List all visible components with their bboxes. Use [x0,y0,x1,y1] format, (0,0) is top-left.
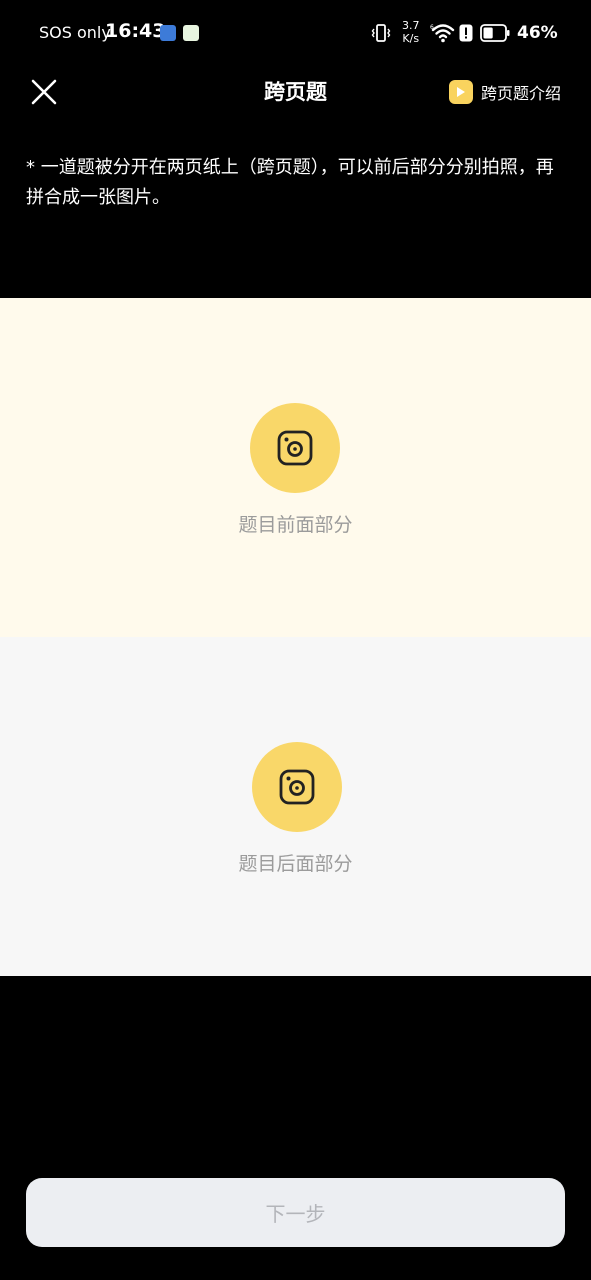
app-notification-icon [160,25,176,41]
carrier-text: SOS only [39,23,111,42]
alert-icon [459,24,473,42]
back-camera-button[interactable] [252,742,342,832]
camera-icon [277,430,313,466]
next-step-button[interactable]: 下一步 [26,1178,565,1247]
intro-link-label: 跨页题介绍 [481,84,562,103]
app-notification-icon [183,25,199,41]
front-part-label: 题目前面部分 [238,514,353,536]
front-camera-button[interactable] [250,403,340,493]
vibrate-icon [371,24,391,42]
clock-time: 16:43 [105,20,166,42]
svg-text:6: 6 [430,24,434,31]
network-speed-value: 3.7 [402,19,420,32]
front-part-photo-panel[interactable]: 题目前面部分 [0,298,591,637]
battery-icon [480,24,510,42]
battery-percent: 46% [517,23,558,43]
close-button[interactable] [26,74,62,110]
intro-link[interactable]: 跨页题介绍 [449,79,561,105]
instruction-text: * 一道题被分开在两页纸上（跨页题），可以前后部分分别拍照，再拼合成一张图片。 [26,157,554,208]
back-part-photo-panel[interactable]: 题目后面部分 [0,637,591,976]
network-speed: 3.7 K/s [402,19,420,45]
wifi-icon: 6 [430,24,455,43]
close-icon [31,79,57,105]
back-part-label: 题目后面部分 [238,853,353,875]
camera-icon [279,769,315,805]
network-speed-unit: K/s [402,32,420,45]
status-bar: SOS only 16:43 3.7 K/s 6 46% [0,0,591,66]
play-icon [449,80,473,104]
